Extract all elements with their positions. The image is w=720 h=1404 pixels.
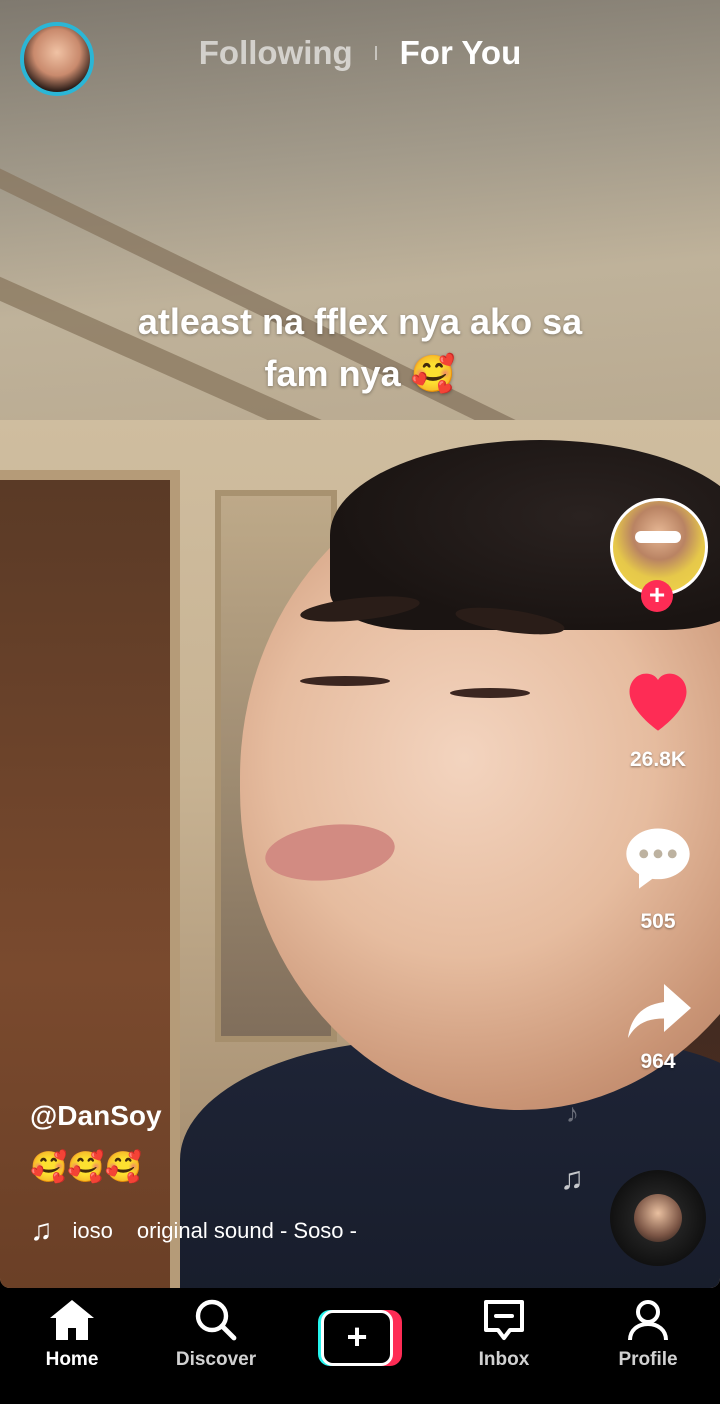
nav-label: Inbox	[478, 1349, 530, 1370]
comment-count: 505	[640, 910, 676, 933]
home-icon	[50, 1300, 94, 1340]
tab-for-you[interactable]: For You	[400, 34, 522, 72]
search-icon	[195, 1299, 237, 1341]
profile-icon	[628, 1300, 668, 1341]
share-arrow-icon	[628, 984, 691, 1038]
nav-home[interactable]: Home	[2, 1298, 142, 1371]
nav-discover[interactable]: Discover	[146, 1298, 286, 1371]
bottom-nav: Home Discover + Inbox Profile	[0, 1288, 720, 1404]
video-player[interactable]	[0, 0, 720, 1288]
create-button[interactable]: +	[318, 1310, 402, 1366]
sound-disc-cover	[634, 1194, 682, 1242]
like-count: 26.8K	[629, 748, 687, 771]
post-description: 🥰🥰🥰	[30, 1151, 143, 1184]
nav-label: Profile	[618, 1349, 678, 1370]
nav-label: Discover	[175, 1349, 257, 1370]
music-note-icon: ♫	[560, 1160, 584, 1196]
share-count: 964	[640, 1050, 676, 1073]
music-title: original sound - Soso -	[136, 1218, 357, 1243]
video-eye	[450, 688, 530, 698]
like-button[interactable]	[620, 664, 696, 739]
share-button[interactable]	[620, 978, 696, 1049]
sound-disc[interactable]	[610, 1170, 706, 1266]
comment-button[interactable]	[620, 822, 696, 897]
comment-icon	[626, 828, 690, 889]
caption-line: fam nya 🥰	[264, 353, 456, 394]
music-note-icon: ♪	[566, 1098, 579, 1128]
music-info[interactable]: ♫ ioso original sound - Soso -	[30, 1214, 590, 1248]
inbox-icon	[484, 1300, 524, 1340]
nav-inbox[interactable]: Inbox	[434, 1298, 574, 1371]
caption-line: atleast na fflex nya ako sa	[137, 301, 583, 342]
nav-profile[interactable]: Profile	[578, 1298, 718, 1371]
follow-button[interactable]: +	[641, 580, 673, 612]
tab-following[interactable]: Following	[199, 34, 353, 72]
feed-tabs: Following For You	[0, 34, 720, 72]
sunglasses	[635, 531, 681, 543]
tab-divider	[375, 46, 378, 60]
video-eye	[300, 676, 390, 686]
heart-icon	[629, 673, 687, 731]
plus-icon: +	[321, 1310, 393, 1366]
music-note-icon: ♫	[30, 1214, 53, 1247]
creator-username[interactable]: @DanSoy	[30, 1100, 162, 1132]
nav-label: Home	[45, 1349, 99, 1370]
music-marquee-prefix: ioso	[72, 1218, 113, 1243]
video-caption: atleast na fflex nya ako sa fam nya 🥰	[60, 296, 660, 400]
